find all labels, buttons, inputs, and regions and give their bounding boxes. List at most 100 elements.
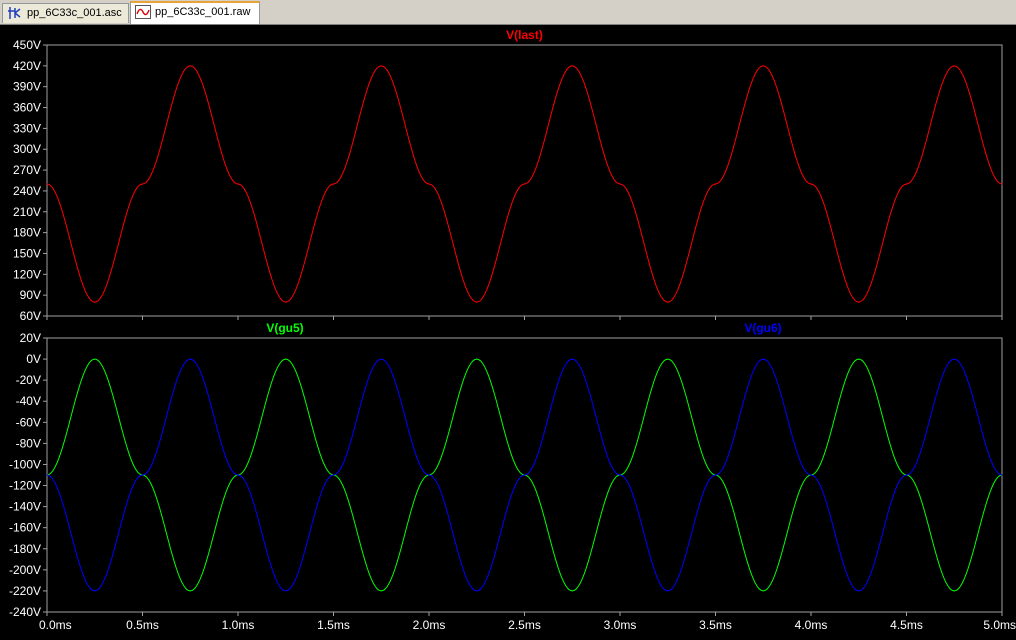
- trace-point: [571, 65, 573, 67]
- y-tick-label: -60V: [16, 415, 41, 429]
- tab-schematic[interactable]: pp_6C33c_001.asc: [2, 3, 129, 23]
- x-tick-label: 5.0ms: [983, 618, 1016, 632]
- y-tick-label: -120V: [9, 479, 41, 493]
- trace-point: [141, 183, 144, 185]
- x-tick-label: 2.0ms: [413, 618, 446, 632]
- x-tick-label: 3.0ms: [604, 618, 637, 632]
- tab-waveform-label: pp_6C33c_001.raw: [155, 6, 251, 18]
- y-tick-label: 90V: [20, 288, 41, 302]
- y-tick-label: 390V: [13, 80, 41, 94]
- trace-point: [94, 358, 96, 360]
- trace-point: [762, 65, 764, 67]
- x-tick-label: 3.5ms: [699, 618, 732, 632]
- trace-point: [762, 590, 764, 592]
- x-tick-label: 0.0ms: [39, 618, 72, 632]
- trace-point: [523, 183, 526, 185]
- trace-point: [810, 183, 812, 185]
- trace-point: [141, 474, 144, 476]
- trace-point: [237, 183, 239, 185]
- trace-point: [619, 183, 621, 185]
- trace-point: [667, 301, 669, 303]
- y-tick-label: 270V: [13, 163, 41, 177]
- trace-point: [476, 590, 478, 592]
- trace-point: [285, 358, 287, 360]
- y-tick-label: -20V: [16, 373, 41, 387]
- y-tick-label: 330V: [13, 121, 41, 135]
- trace-point: [332, 474, 335, 476]
- trace-point: [571, 590, 573, 592]
- trace-point: [380, 590, 382, 592]
- y-tick-label: -200V: [9, 563, 41, 577]
- y-tick-label: 300V: [13, 142, 41, 156]
- trace-point: [46, 474, 48, 476]
- y-tick-label: 450V: [13, 38, 41, 52]
- trace-label: V(gu6): [744, 321, 781, 335]
- y-tick-label: 360V: [13, 101, 41, 115]
- trace-point: [667, 358, 669, 360]
- x-tick-label: 0.5ms: [126, 618, 159, 632]
- trace-point: [858, 301, 860, 303]
- trace-point: [285, 590, 287, 592]
- trace-point: [476, 301, 478, 303]
- trace-point: [905, 183, 908, 185]
- trace-point: [858, 358, 860, 360]
- y-tick-label: 240V: [13, 184, 41, 198]
- tab-schematic-label: pp_6C33c_001.asc: [27, 7, 122, 19]
- trace-point: [953, 65, 955, 67]
- x-tick-label: 2.5ms: [508, 618, 541, 632]
- trace-point: [858, 590, 860, 592]
- trace-point: [1001, 183, 1003, 185]
- y-tick-label: -40V: [16, 394, 41, 408]
- trace-point: [905, 474, 908, 476]
- trace-label: V(gu5): [266, 321, 303, 335]
- y-tick-label: -180V: [9, 542, 41, 556]
- trace-point: [94, 301, 96, 303]
- trace-point: [380, 358, 382, 360]
- waveform-icon: [135, 5, 151, 19]
- y-tick-label: 120V: [13, 267, 41, 281]
- trace-point: [714, 474, 717, 476]
- trace-point: [46, 183, 48, 185]
- waveform-plot[interactable]: 450V 420V 390V 360V 330V 300V 270V 240V 210V 180V…: [0, 25, 1016, 640]
- trace-point: [619, 474, 621, 476]
- trace-point: [667, 590, 669, 592]
- y-tick-label: -220V: [9, 584, 41, 598]
- x-tick-label: 4.0ms: [795, 618, 828, 632]
- trace-label: V(last): [506, 28, 543, 42]
- trace-point: [953, 358, 955, 360]
- y-tick-label: 180V: [13, 226, 41, 240]
- y-tick-label: 150V: [13, 246, 41, 260]
- document-tab-bar: pp_6C33c_001.asc pp_6C33c_001.raw: [0, 0, 1016, 25]
- trace-point: [94, 590, 96, 592]
- plot-pane-frame: [46, 44, 1003, 317]
- y-tick-label: -80V: [16, 436, 41, 450]
- tab-waveform[interactable]: pp_6C33c_001.raw: [130, 1, 260, 24]
- trace-point: [332, 183, 335, 185]
- y-tick-label: 60V: [20, 309, 41, 323]
- y-tick-label: 420V: [13, 59, 41, 73]
- trace-point: [428, 474, 430, 476]
- x-tick-label: 1.5ms: [317, 618, 350, 632]
- y-tick-label: -140V: [9, 500, 41, 514]
- trace-point: [189, 358, 191, 360]
- trace-point: [1001, 474, 1003, 476]
- x-tick-label: 4.5ms: [890, 618, 923, 632]
- trace-point: [953, 590, 955, 592]
- schematic-icon: [8, 7, 21, 19]
- trace-point: [428, 183, 430, 185]
- trace-point: [762, 358, 764, 360]
- x-tick-label: 1.0ms: [222, 618, 255, 632]
- y-tick-label: 20V: [20, 331, 41, 345]
- trace-point: [189, 590, 191, 592]
- trace-point: [285, 301, 287, 303]
- trace-point: [380, 65, 382, 67]
- y-tick-label: -240V: [9, 605, 41, 619]
- y-tick-label: -100V: [9, 457, 41, 471]
- y-tick-label: -160V: [9, 521, 41, 535]
- y-tick-label: 210V: [13, 205, 41, 219]
- trace-point: [571, 358, 573, 360]
- trace-point: [476, 358, 478, 360]
- trace-point: [714, 183, 717, 185]
- trace-point: [237, 474, 239, 476]
- trace-point: [189, 65, 191, 67]
